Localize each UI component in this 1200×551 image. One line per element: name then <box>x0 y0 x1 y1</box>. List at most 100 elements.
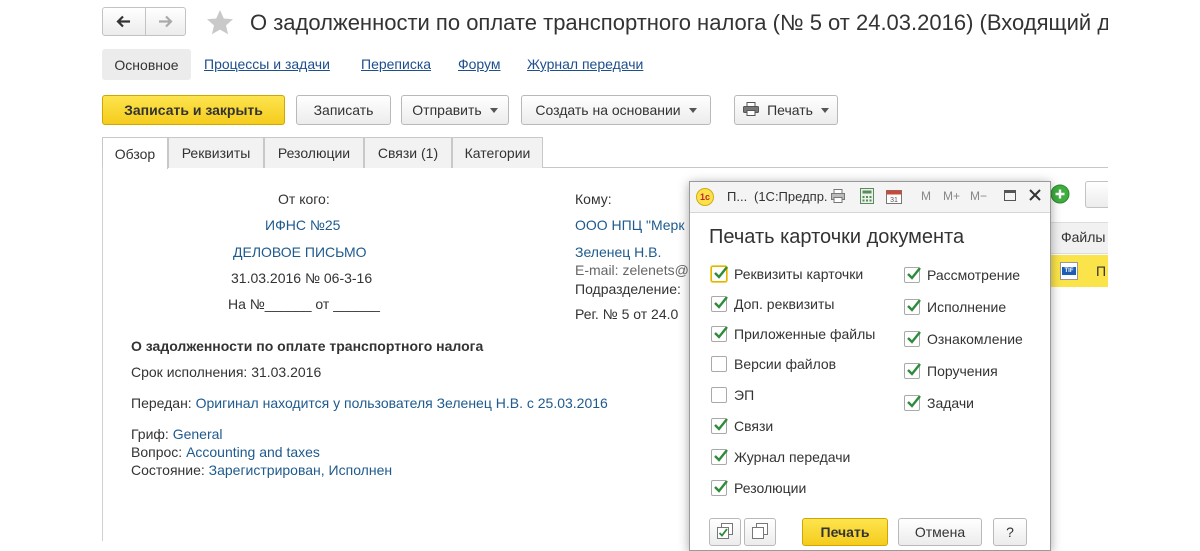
deadline-label: Срок исполнения: <box>131 364 248 380</box>
checkbox-label: Приложенные файлы <box>734 326 876 342</box>
division-label: Подразделение: <box>575 281 681 297</box>
document-subject: О задолженности по оплате транспортного … <box>131 338 484 354</box>
dialog-heading: Печать карточки документа <box>709 226 965 248</box>
checkbox[interactable] <box>904 299 921 315</box>
deadline-row: Срок исполнения: 31.03.2016 <box>131 364 321 380</box>
doc-reference-line: На №______ от ______ <box>228 296 380 312</box>
from-org-link[interactable]: ИФНС №25 <box>265 217 340 233</box>
close-icon[interactable] <box>1028 188 1042 205</box>
tab-requisites[interactable]: Реквизиты <box>168 137 264 168</box>
checkbox[interactable] <box>711 387 727 403</box>
handed-row: Передан: Оригинал находится у пользовате… <box>131 395 608 411</box>
create-based-label: Создать на основании <box>535 102 681 118</box>
nav-link-forum[interactable]: Форум <box>458 56 501 72</box>
back-arrow-icon[interactable] <box>103 8 146 35</box>
memory-add-icon[interactable]: M+ <box>943 189 960 203</box>
checkbox-label: Исполнение <box>927 299 1007 315</box>
checkbox[interactable] <box>711 266 728 282</box>
checkbox-label: Задачи <box>927 395 975 411</box>
checkbox-label: Рассмотрение <box>927 267 1021 283</box>
grif-value-link[interactable]: General <box>173 426 223 442</box>
question-label: Вопрос: <box>131 444 183 460</box>
checkbox[interactable] <box>711 480 728 496</box>
checkbox-label: Версии файлов <box>734 356 837 372</box>
file-action-button[interactable] <box>1085 181 1108 208</box>
check-all-button[interactable] <box>709 518 741 546</box>
to-email: E-mail: zelenets@ <box>575 262 689 278</box>
chevron-down-icon <box>820 107 829 113</box>
calendar-icon[interactable]: 31 <box>886 188 902 207</box>
memory-subtract-icon[interactable]: M− <box>970 189 987 203</box>
help-button[interactable]: ? <box>993 518 1027 546</box>
state-row: Состояние: Зарегистрирован, Исполнен <box>131 462 392 478</box>
checkbox[interactable] <box>711 356 727 372</box>
checkbox-label: Журнал передачи <box>734 449 851 465</box>
checkbox-label: Поручения <box>927 363 998 379</box>
app-logo-icon: 1c <box>696 188 714 206</box>
question-value-link[interactable]: Accounting and taxes <box>186 444 320 460</box>
tab-links[interactable]: Связи (1) <box>364 137 452 168</box>
printer-icon <box>743 101 760 119</box>
tab-overview[interactable]: Обзор <box>102 137 168 169</box>
question-row: Вопрос: Accounting and taxes <box>131 444 320 460</box>
uncheck-all-icon <box>751 522 769 543</box>
save-and-close-button[interactable]: Записать и закрыть <box>102 95 285 125</box>
save-button[interactable]: Записать <box>296 95 391 125</box>
checkbox[interactable] <box>904 331 921 347</box>
forward-arrow-icon[interactable] <box>145 8 186 35</box>
calculator-icon[interactable] <box>860 188 874 207</box>
to-label: Кому: <box>575 191 612 207</box>
checkbox[interactable] <box>711 449 728 465</box>
from-label: От кого: <box>278 191 330 207</box>
checkbox[interactable] <box>711 326 728 342</box>
files-label: Файлы <box>1061 229 1106 245</box>
tab-resolutions[interactable]: Резолюции <box>264 137 364 168</box>
checkbox-label: Ознакомление <box>927 331 1023 347</box>
memory-store-icon[interactable]: M <box>921 189 931 203</box>
checkbox-label: Реквизиты карточки <box>734 266 864 282</box>
nav-link-transfer-log[interactable]: Журнал передачи <box>527 56 643 72</box>
deadline-value: 31.03.2016 <box>251 364 322 380</box>
tab-categories[interactable]: Категории <box>452 137 543 168</box>
send-button-label: Отправить <box>412 102 482 118</box>
checkbox-label: Доп. реквизиты <box>734 296 835 312</box>
maximize-icon[interactable] <box>1004 190 1016 201</box>
doc-date-number: 31.03.2016 № 06-3-16 <box>231 270 373 286</box>
print-button[interactable]: Печать <box>734 95 838 125</box>
content-frame <box>102 167 103 541</box>
uncheck-all-button[interactable] <box>744 518 776 546</box>
handed-value-link[interactable]: Оригинал находится у пользователя Зелене… <box>196 395 608 411</box>
tif-file-icon: TIF <box>1060 262 1078 280</box>
nav-link-processes[interactable]: Процессы и задачи <box>204 56 330 72</box>
checkbox[interactable] <box>904 267 921 283</box>
handed-label: Передан: <box>131 395 192 411</box>
dialog-cancel-button[interactable]: Отмена <box>898 518 982 546</box>
printer-icon[interactable] <box>830 188 846 207</box>
checkbox-label: ЭП <box>734 387 755 403</box>
checkbox[interactable] <box>904 395 921 411</box>
checkbox[interactable] <box>904 363 921 379</box>
window-title: О задолженности по оплате транспортного … <box>250 10 1108 35</box>
create-based-button[interactable]: Создать на основании <box>521 95 711 125</box>
chevron-down-icon <box>489 107 498 113</box>
checkbox-label: Связи <box>734 418 774 434</box>
print-button-label: Печать <box>767 102 813 118</box>
chevron-down-icon <box>688 107 697 113</box>
file-name[interactable]: П <box>1096 263 1106 279</box>
send-button[interactable]: Отправить <box>401 95 509 125</box>
checkbox-label: Резолюции <box>734 480 807 496</box>
checkbox[interactable] <box>711 418 728 434</box>
favorite-star-icon[interactable] <box>205 8 235 39</box>
nav-link-correspondence[interactable]: Переписка <box>361 56 431 72</box>
to-org-link[interactable]: ООО НПЦ "Мерк <box>575 217 684 233</box>
dialog-print-button[interactable]: Печать <box>802 518 888 546</box>
doc-kind-link[interactable]: ДЕЛОВОЕ ПИСЬМО <box>233 244 367 260</box>
nav-main-tab[interactable]: Основное <box>102 49 191 80</box>
state-value-link[interactable]: Зарегистрирован, Исполнен <box>209 462 392 478</box>
to-person-link[interactable]: Зеленец Н.В. <box>575 244 661 260</box>
dialog-title-short: П... <box>727 189 748 204</box>
grif-label: Гриф: <box>131 426 169 442</box>
checkbox[interactable] <box>711 296 728 312</box>
registration-number: Рег. № 5 от 24.0 <box>575 306 679 322</box>
dialog-title-app: (1С:Предпр. <box>754 189 828 204</box>
